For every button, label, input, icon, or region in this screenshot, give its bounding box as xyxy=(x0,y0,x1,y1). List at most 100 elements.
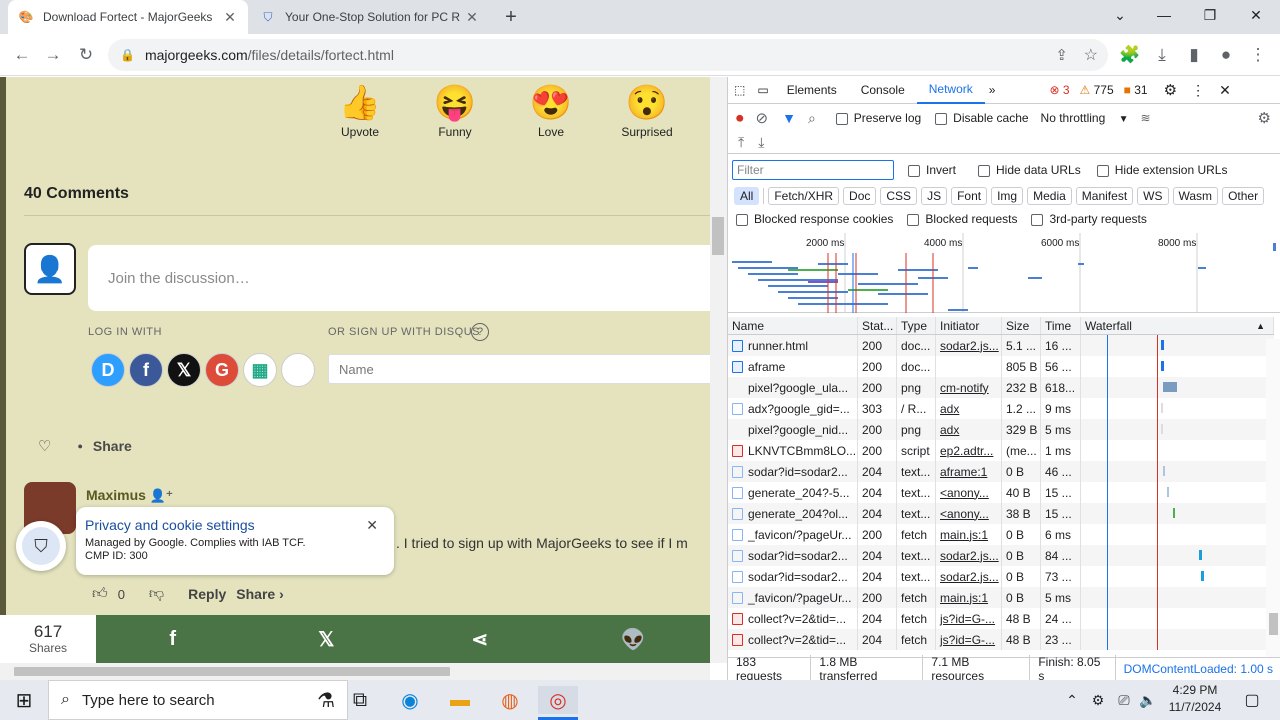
tab-majorgeeks[interactable]: 🎨 Download Fortect - MajorGeeks ✕ xyxy=(8,0,248,34)
cell-initiator[interactable]: cm-notify xyxy=(936,377,1002,398)
record-stop-icon[interactable]: ⏺ xyxy=(736,110,744,127)
initiator-link[interactable]: main.js:1 xyxy=(940,591,988,605)
restore-button[interactable]: ❐ xyxy=(1187,0,1233,30)
cell-initiator[interactable]: js?id=G-... xyxy=(936,608,1002,629)
hide-extension-urls-checkbox[interactable]: Hide extension URLs xyxy=(1096,163,1227,177)
cell-initiator[interactable]: <anony... xyxy=(936,482,1002,503)
scroll-thumb[interactable] xyxy=(14,667,450,676)
checkbox-box[interactable] xyxy=(736,213,748,226)
filter-input[interactable]: Filter xyxy=(732,160,894,180)
clear-icon[interactable]: ⊘ xyxy=(756,109,769,127)
windows-start-icon[interactable]: ⊞ xyxy=(4,686,44,714)
join-discussion-input[interactable]: Join the discussion… xyxy=(88,245,710,311)
initiator-link[interactable]: sodar2.js... xyxy=(940,549,999,563)
column-initiator[interactable]: Initiator xyxy=(936,317,1002,334)
table-row[interactable]: pixel?google_ula... 200 png cm-notify 232 B6… xyxy=(728,377,1274,398)
preserve-log-checkbox[interactable]: Preserve log xyxy=(835,111,921,125)
table-row[interactable]: sodar?id=sodar2... 204 text... sodar2.js...… xyxy=(728,545,1274,566)
third-party-checkbox[interactable]: 3rd-party requests xyxy=(1031,212,1147,226)
initiator-link[interactable]: main.js:1 xyxy=(940,528,988,542)
network-conditions-icon[interactable]: ≋ xyxy=(1141,111,1151,125)
chrome-menu-icon[interactable]: ⋮ xyxy=(1243,40,1273,70)
settings-gear-icon[interactable]: ⚙ xyxy=(1164,81,1177,99)
column-name[interactable]: Name xyxy=(728,317,858,334)
help-icon[interactable]: ? xyxy=(471,323,489,341)
edge-icon[interactable]: ◉ xyxy=(390,686,430,714)
page-horizontal-scrollbar[interactable] xyxy=(0,663,710,680)
filter-manifest[interactable]: Manifest xyxy=(1075,187,1134,205)
close-tab-icon[interactable]: ✕ xyxy=(222,9,238,26)
filter-font[interactable]: Font xyxy=(951,187,988,205)
cookie-settings-shield-button[interactable]: ⛉ xyxy=(16,521,66,571)
share-x-button[interactable]: 𝕏 xyxy=(250,615,404,663)
filter-css[interactable]: CSS xyxy=(880,187,918,205)
cell-initiator[interactable]: sodar2.js... xyxy=(936,335,1002,356)
minimize-button[interactable]: — xyxy=(1141,0,1187,30)
export-har-icon[interactable]: ⤓ xyxy=(758,134,764,151)
initiator-link[interactable]: js?id=G-... xyxy=(940,633,995,647)
cell-initiator[interactable]: adx xyxy=(936,419,1002,440)
invert-checkbox[interactable]: Invert xyxy=(908,163,956,177)
warning-count-icon[interactable]: ⚠ 775 xyxy=(1080,83,1114,97)
checkbox-box[interactable] xyxy=(835,112,848,125)
cell-initiator[interactable]: sodar2.js... xyxy=(936,566,1002,587)
close-tab-icon[interactable]: ✕ xyxy=(464,9,480,26)
address-bar[interactable]: 🔒 majorgeeks.com/files/details/fortect.h… xyxy=(108,39,1108,71)
initiator-link[interactable]: js?id=G-... xyxy=(940,612,995,626)
filter-all[interactable]: All xyxy=(734,187,760,205)
cell-name[interactable]: collect?v=2&tid=... xyxy=(728,608,858,629)
bookmark-star-icon[interactable]: ☆ xyxy=(1084,45,1098,65)
table-row[interactable]: generate_204?-5... 204 text... <anony... 40 … xyxy=(728,482,1274,503)
close-icon[interactable]: ✕ xyxy=(366,517,378,534)
checkbox-box[interactable] xyxy=(935,112,948,125)
filter-wasm[interactable]: Wasm xyxy=(1172,187,1219,205)
author-name[interactable]: Maximus xyxy=(86,487,146,503)
cell-initiator[interactable] xyxy=(936,356,1002,377)
hide-data-urls-checkbox[interactable]: Hide data URLs xyxy=(978,163,1081,177)
taskbar-search[interactable]: ⌕ Type here to search ⚗ xyxy=(48,680,348,720)
table-row[interactable]: pixel?google_nid... 200 png adx 329 B5 ms xyxy=(728,419,1274,440)
devtools-menu-icon[interactable]: ⋮ xyxy=(1191,82,1205,99)
checkbox-box[interactable] xyxy=(1096,164,1109,177)
back-arrow-icon[interactable]: ← xyxy=(7,40,37,70)
network-icon[interactable]: ⎚ xyxy=(1112,686,1136,714)
share-generic-button[interactable]: ⋖ xyxy=(403,615,557,663)
initiator-link[interactable]: ep2.adtr... xyxy=(940,444,993,458)
file-explorer-icon[interactable]: ▬ xyxy=(440,686,480,714)
clock[interactable]: 4:29 PM 11/7/2024 xyxy=(1160,682,1230,716)
tab-console[interactable]: Console xyxy=(849,77,917,104)
cell-name[interactable]: adx?google_gid=... xyxy=(728,398,858,419)
follow-user-icon[interactable]: 👤⁺ xyxy=(150,488,173,503)
page-vertical-scrollbar[interactable] xyxy=(710,77,727,663)
heart-icon[interactable]: ♡ xyxy=(38,437,51,455)
cell-name[interactable]: pixel?google_ula... xyxy=(728,377,858,398)
name-field[interactable]: Name xyxy=(328,354,710,384)
cell-initiator[interactable]: js?id=G-... xyxy=(936,629,1002,650)
facebook-login-icon[interactable]: f xyxy=(129,353,163,387)
tab-elements[interactable]: Elements xyxy=(775,77,849,104)
checkbox-box[interactable] xyxy=(1031,213,1044,226)
filter-js[interactable]: JS xyxy=(921,187,948,205)
scroll-thumb[interactable] xyxy=(1269,613,1278,635)
filter-funnel-icon[interactable]: ▼ xyxy=(782,110,796,126)
extensions-puzzle-icon[interactable]: 🧩 xyxy=(1115,40,1145,70)
reaction-funny[interactable]: 😝 Funny xyxy=(415,81,495,139)
apple-login-icon[interactable] xyxy=(281,353,315,387)
scroll-thumb[interactable] xyxy=(712,217,724,255)
tray-chevron-icon[interactable]: ⌃ xyxy=(1060,686,1084,714)
reply-link[interactable]: Reply xyxy=(188,586,226,602)
table-row[interactable]: collect?v=2&tid=... 204 fetch js?id=G-... 48… xyxy=(728,608,1274,629)
reaction-love[interactable]: 😍 Love xyxy=(511,81,591,139)
cell-name[interactable]: sodar?id=sodar2... xyxy=(728,545,858,566)
firefox-icon[interactable]: ◍ xyxy=(490,686,530,714)
import-har-icon[interactable]: ⤒ xyxy=(738,134,744,151)
inspect-element-icon[interactable]: ⬚ xyxy=(728,77,751,104)
cell-name[interactable]: generate_204?-5... xyxy=(728,482,858,503)
initiator-link[interactable]: adx xyxy=(940,402,959,416)
blocked-response-cookies-checkbox[interactable]: Blocked response cookies xyxy=(736,212,893,226)
downvote-icon[interactable]: 👎︎ xyxy=(149,585,164,603)
table-scrollbar[interactable] xyxy=(1266,339,1280,657)
upvote-icon[interactable]: 👍︎ xyxy=(92,585,108,603)
filter-ws[interactable]: WS xyxy=(1137,187,1169,205)
share-reddit-button[interactable]: 👽 xyxy=(557,615,711,663)
